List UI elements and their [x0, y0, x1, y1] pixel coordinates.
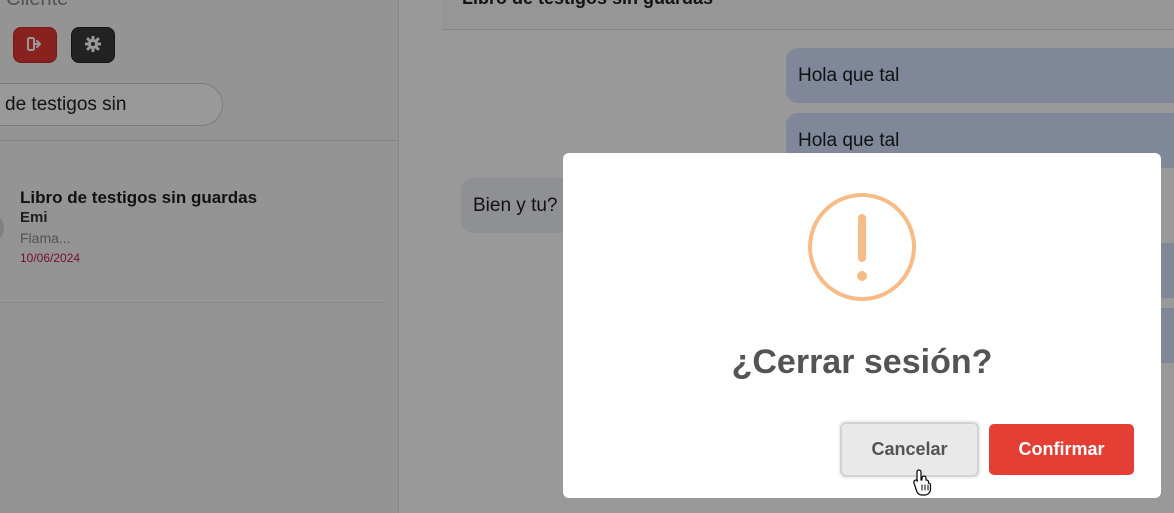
exclamation-warning-icon	[807, 192, 917, 302]
cancel-button[interactable]: Cancelar	[840, 422, 979, 477]
confirm-button[interactable]: Confirmar	[989, 424, 1134, 475]
logout-confirm-dialog: ¿Cerrar sesión? Cancelar Confirmar	[563, 153, 1161, 498]
hand-pointer-icon	[913, 468, 933, 496]
dialog-title: ¿Cerrar sesión?	[731, 343, 993, 381]
